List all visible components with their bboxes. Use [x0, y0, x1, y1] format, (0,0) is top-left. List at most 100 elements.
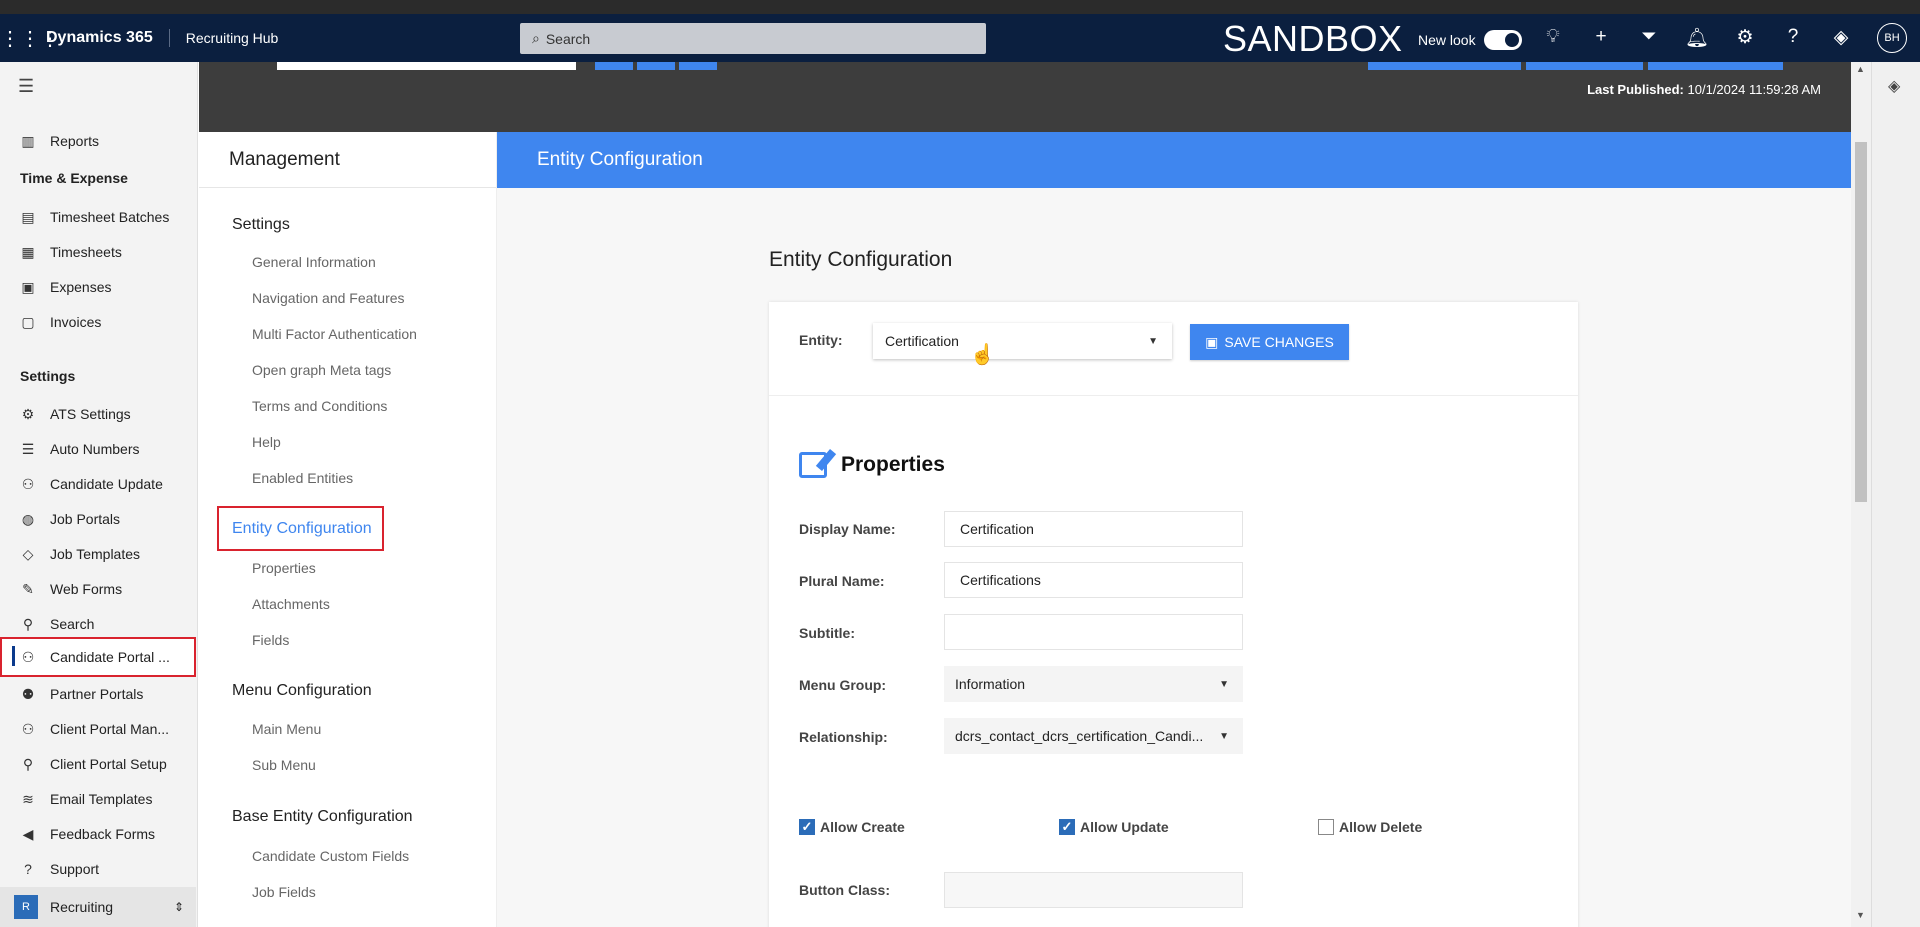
management-panel: Management Settings General Information … [199, 132, 497, 927]
copilot-icon[interactable]: ◈ [1828, 26, 1854, 50]
mgmt-item-open-graph[interactable]: Open graph Meta tags [252, 362, 391, 378]
mgmt-item-help[interactable]: Help [252, 434, 281, 450]
nav-item-auto-numbers[interactable]: ☰ Auto Numbers [0, 432, 196, 466]
avatar[interactable]: BH [1877, 23, 1907, 53]
new-look-label: New look [1418, 32, 1476, 48]
nav-label: Invoices [50, 314, 102, 330]
mgmt-item-general-information[interactable]: General Information [252, 254, 376, 270]
megaphone-icon: ◀ [22, 825, 34, 842]
nav-item-candidate-portal[interactable]: ⚇ Candidate Portal ... [0, 637, 196, 677]
layers-icon: ≋ [22, 790, 34, 807]
app-name[interactable]: Recruiting Hub [170, 30, 279, 46]
global-search-input[interactable]: ⌕ Search [520, 23, 986, 54]
header-button[interactable] [1526, 62, 1643, 70]
nav-item-client-portal-management[interactable]: ⚇ Client Portal Man... [0, 712, 196, 746]
scroll-up-icon[interactable]: ▲ [1856, 64, 1865, 74]
nav-item-client-portal-setup[interactable]: ⚲ Client Portal Setup [0, 747, 196, 781]
nav-item-expenses[interactable]: ▣ Expenses [0, 270, 196, 304]
hamburger-icon[interactable]: ☰ [18, 76, 34, 97]
checkbox-unchecked-icon[interactable] [1318, 819, 1334, 835]
gear-icon[interactable]: ⚙ [1732, 26, 1758, 50]
mgmt-item-navigation-features[interactable]: Navigation and Features [252, 290, 405, 306]
mgmt-item-main-menu[interactable]: Main Menu [252, 721, 321, 737]
nav-label: Timesheets [50, 244, 122, 260]
nav-item-reports[interactable]: ▥ Reports [0, 124, 196, 158]
checkbox-checked-icon[interactable]: ✓ [1059, 819, 1075, 835]
header-input[interactable] [277, 62, 576, 70]
nav-item-ats-settings[interactable]: ⚙ ATS Settings [0, 397, 196, 431]
mgmt-group-settings[interactable]: Settings [232, 216, 290, 234]
nav-item-web-forms[interactable]: ✎ Web Forms [0, 572, 196, 606]
header-button[interactable] [1368, 62, 1521, 70]
mgmt-group-base-entity-configuration[interactable]: Base Entity Configuration [232, 808, 413, 826]
mgmt-group-menu-configuration[interactable]: Menu Configuration [232, 682, 372, 700]
nav-item-timesheets[interactable]: ▦ Timesheets [0, 235, 196, 269]
new-look-toggle-group[interactable]: New look [1418, 30, 1522, 50]
numbered-list-icon: ☰ [21, 440, 35, 457]
header-button[interactable] [595, 62, 633, 70]
brand-title[interactable]: Dynamics 365 [46, 29, 170, 47]
mgmt-item-candidate-custom-fields[interactable]: Candidate Custom Fields [252, 848, 409, 864]
page-scrollbar[interactable]: ▲ ▼ [1851, 62, 1871, 927]
allow-delete-checkbox[interactable]: Allow Delete [1318, 819, 1422, 835]
checkbox-checked-icon[interactable]: ✓ [799, 819, 815, 835]
header-button[interactable] [637, 62, 675, 70]
menu-group-select[interactable]: Information ▼ [944, 666, 1243, 702]
mgmt-item-attachments[interactable]: Attachments [252, 596, 330, 612]
plus-icon[interactable]: + [1588, 26, 1614, 50]
nav-item-candidate-update[interactable]: ⚇ Candidate Update [0, 467, 196, 501]
form-icon: ✎ [22, 580, 34, 597]
lightbulb-icon[interactable]: 💡︎ [1540, 26, 1566, 50]
display-name-label: Display Name: [799, 521, 896, 537]
relationship-select[interactable]: dcrs_contact_dcrs_certification_Candi...… [944, 718, 1243, 754]
scroll-thumb[interactable] [1855, 142, 1867, 502]
area-switcher[interactable]: R Recruiting ⇕ [0, 887, 196, 927]
scroll-down-icon[interactable]: ▼ [1856, 910, 1865, 920]
nav-item-job-portals[interactable]: ◍ Job Portals [0, 502, 196, 536]
nav-item-support[interactable]: ? Support [0, 852, 196, 886]
mgmt-item-mfa[interactable]: Multi Factor Authentication [252, 326, 417, 342]
nav-item-invoices[interactable]: ▢ Invoices [0, 305, 196, 339]
nav-item-partner-portals[interactable]: ⚉ Partner Portals [0, 677, 196, 711]
nav-item-job-templates[interactable]: ◇ Job Templates [0, 537, 196, 571]
mgmt-item-job-fields[interactable]: Job Fields [252, 884, 316, 900]
button-class-field[interactable] [944, 872, 1243, 908]
caret-down-icon: ▼ [1219, 730, 1229, 742]
bell-icon[interactable]: 🔔︎ [1684, 26, 1710, 50]
entity-config-banner: Entity Configuration [497, 132, 1851, 188]
allow-create-checkbox[interactable]: ✓ Allow Create [799, 819, 905, 835]
mgmt-group-entity-configuration[interactable]: Entity Configuration [217, 506, 384, 551]
nav-label: Reports [50, 133, 100, 149]
nav-item-timesheet-batches[interactable]: ▤ Timesheet Batches [0, 200, 196, 234]
nav-item-email-templates[interactable]: ≋ Email Templates [0, 782, 196, 816]
mgmt-item-terms[interactable]: Terms and Conditions [252, 398, 387, 414]
nav-item-search[interactable]: ⚲ Search [0, 607, 196, 641]
header-button[interactable] [679, 62, 717, 70]
subtitle-field[interactable] [944, 614, 1243, 650]
allow-create-label: Allow Create [820, 819, 905, 835]
top-bar-icons: 💡︎ + ⏷ 🔔︎ ⚙ ? ◈ [1540, 26, 1854, 50]
nav-label: Feedback Forms [50, 826, 156, 842]
caret-down-icon: ▼ [1148, 335, 1158, 347]
header-button[interactable] [1648, 62, 1783, 70]
entity-dropdown[interactable]: Certification ▼ [873, 323, 1172, 359]
plural-name-field[interactable]: Certifications [944, 562, 1243, 598]
entity-config-card: Entity: Certification ▼ ☝ ▣ SAVE CHANGES… [769, 302, 1578, 927]
allow-update-checkbox[interactable]: ✓ Allow Update [1059, 819, 1169, 835]
copilot-icon[interactable]: ◈ [1888, 76, 1900, 96]
new-look-toggle[interactable] [1483, 30, 1522, 50]
mgmt-item-fields[interactable]: Fields [252, 632, 289, 648]
mgmt-item-enabled-entities[interactable]: Enabled Entities [252, 470, 353, 486]
app-launcher-icon[interactable]: ⋮⋮⋮ [0, 26, 60, 51]
save-changes-button[interactable]: ▣ SAVE CHANGES [1190, 324, 1349, 360]
mouse-pointer-icon: ☝ [970, 344, 995, 366]
page-title: Entity Configuration [769, 248, 953, 271]
display-name-field[interactable]: Certification [944, 511, 1243, 547]
nav-item-feedback-forms[interactable]: ◀ Feedback Forms [0, 817, 196, 851]
filter-icon[interactable]: ⏷ [1636, 26, 1662, 50]
help-icon[interactable]: ? [1780, 26, 1806, 50]
mgmt-item-sub-menu[interactable]: Sub Menu [252, 757, 316, 773]
nav-label: Job Templates [50, 546, 141, 562]
nav-label: Expenses [50, 279, 112, 295]
mgmt-item-properties[interactable]: Properties [252, 560, 316, 576]
